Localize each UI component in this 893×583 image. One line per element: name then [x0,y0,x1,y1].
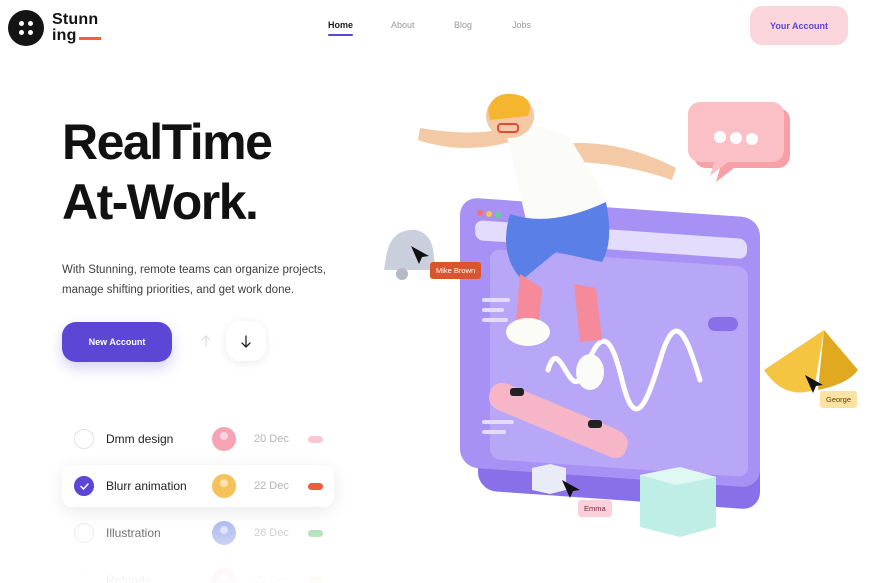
status-pill [308,482,323,490]
hero-title: RealTime At-Work. [62,112,273,232]
avatar [212,427,236,451]
status-pill [308,435,323,443]
nav-about[interactable]: About [391,20,415,30]
avatar [212,474,236,498]
task-row[interactable]: Refunds 28 Dec [62,559,334,583]
hero-illustration: Mike Brown George Emma [360,80,893,583]
nav-jobs[interactable]: Jobs [512,20,531,30]
task-checkbox[interactable] [74,476,94,496]
task-checkbox[interactable] [74,523,94,543]
logo[interactable]: Stunn ing [8,10,101,46]
brand-line-1: Stunn [52,11,99,28]
tag-george: George [820,391,858,408]
status-pill [308,529,323,537]
cone-illustration [764,330,858,393]
brand-name: Stunn ing [52,12,101,44]
your-account-button[interactable]: Your Account [750,6,848,45]
task-name: Illustration [106,526,161,540]
task-date: 20 Dec [254,433,289,445]
check-icon [79,482,89,490]
arrow-down-icon [241,334,251,348]
nav-home[interactable]: Home [328,20,354,36]
task-date: 22 Dec [254,480,289,492]
hero-description: With Stunning, remote teams can organize… [62,264,326,296]
task-checkbox[interactable] [74,570,94,583]
avatar [212,568,236,583]
browser-window-illustration [460,198,760,509]
task-name: Blurr animation [106,479,187,493]
task-row[interactable]: Dmm design 20 Dec [62,418,334,460]
arrow-up-icon[interactable] [196,331,216,351]
tag-emma: Emma [578,500,612,517]
chat-bubble-illustration [688,102,790,182]
avatar [212,521,236,545]
scroll-down-button[interactable] [226,321,266,361]
tag-mike-brown: Mike Brown [430,262,482,279]
hero-title-line-1: RealTime [62,114,273,170]
task-row[interactable]: Blurr animation 22 Dec [62,465,334,507]
brand-underline [78,37,101,40]
task-row[interactable]: Illustration 26 Dec [62,512,334,554]
task-name: Dmm design [106,432,174,446]
status-pill [308,576,323,583]
logo-mark-icon [8,10,44,46]
task-name: Refunds [106,573,151,583]
task-checkbox[interactable] [74,429,94,449]
task-date: 28 Dec [254,574,289,583]
new-account-button[interactable]: New Account [62,322,172,362]
brand-line-2: ing [52,27,77,44]
hero-title-line-2: At-Work. [62,174,259,230]
nav-blog[interactable]: Blog [454,20,472,30]
skateboarder-scene [384,93,858,537]
task-date: 26 Dec [254,527,289,539]
